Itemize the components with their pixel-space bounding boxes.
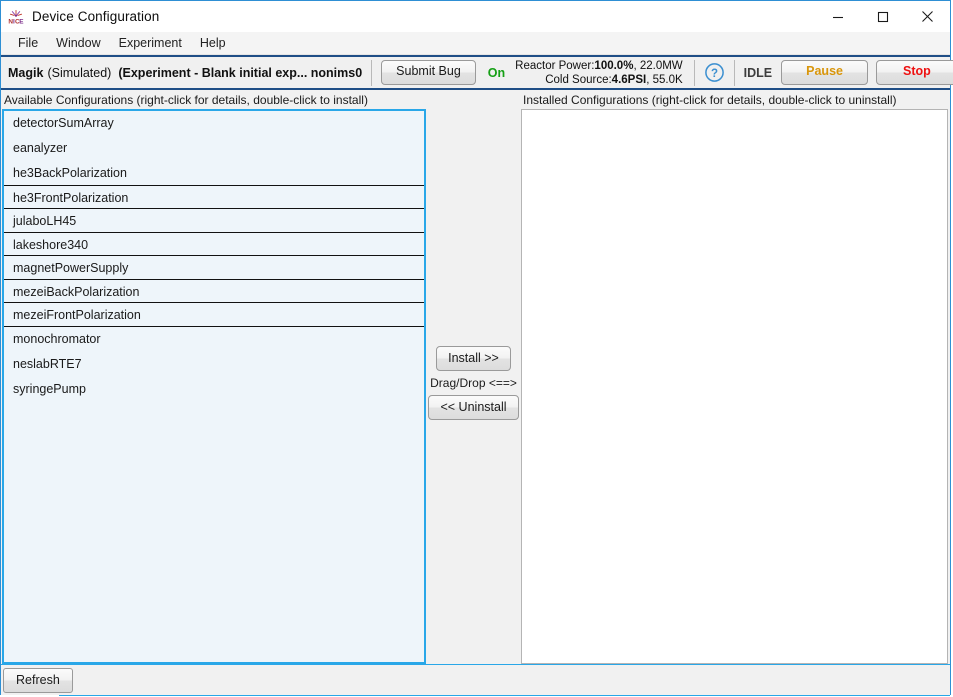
available-configurations-list[interactable]: detectorSumArrayeanalyzerhe3BackPolariza…: [2, 109, 426, 664]
list-item[interactable]: neslabRTE7: [4, 352, 424, 377]
menu-item-help[interactable]: Help: [191, 34, 235, 52]
cold-source-value: 4.6PSI: [612, 74, 647, 86]
separator: [371, 60, 372, 86]
installed-panel-title: Installed Configurations (right-click fo…: [521, 93, 948, 109]
menu-bar: File Window Experiment Help: [1, 32, 950, 55]
cold-source-extra: , 55.0K: [646, 74, 682, 86]
installed-configurations-panel: Installed Configurations (right-click fo…: [521, 93, 950, 664]
window-title: Device Configuration: [32, 9, 159, 24]
list-item[interactable]: lakeshore340: [4, 232, 424, 257]
list-item[interactable]: syringePump: [4, 377, 424, 402]
menu-item-experiment[interactable]: Experiment: [110, 34, 191, 52]
reactor-power-line: Reactor Power:100.0%, 22.0MW: [515, 59, 683, 73]
title-bar: N I C E Device Configuration: [1, 1, 950, 32]
minimize-icon[interactable]: [815, 1, 860, 32]
menu-item-file[interactable]: File: [9, 34, 47, 52]
experiment-name: (Experiment - Blank initial exp... nonim…: [118, 66, 362, 80]
list-item[interactable]: he3BackPolarization: [4, 161, 424, 186]
list-item[interactable]: he3FrontPolarization: [4, 185, 424, 210]
reactor-status: Reactor Power:100.0%, 22.0MW Cold Source…: [515, 59, 685, 87]
separator: [734, 60, 735, 86]
status-toolbar: Magik (Simulated) (Experiment - Blank in…: [1, 55, 950, 90]
svg-text:?: ?: [711, 68, 718, 80]
stop-button[interactable]: Stop: [876, 60, 953, 84]
close-icon[interactable]: [905, 1, 950, 32]
nice-logo-icon: N I C E: [8, 9, 24, 25]
list-item[interactable]: monochromator: [4, 327, 424, 352]
submit-bug-button[interactable]: Submit Bug: [381, 60, 476, 84]
list-item[interactable]: julaboLH45: [4, 208, 424, 233]
application-window: N I C E Device Configuration File Window…: [0, 0, 951, 695]
cold-source-label: Cold Source:: [545, 74, 611, 86]
main-content: Available Configurations (right-click fo…: [1, 90, 950, 664]
help-circle-icon[interactable]: ?: [704, 62, 725, 84]
pause-button[interactable]: Pause: [781, 60, 868, 84]
reactor-power-label: Reactor Power:: [515, 60, 594, 72]
instrument-mode: (Simulated): [47, 66, 111, 80]
available-panel-title: Available Configurations (right-click fo…: [2, 93, 426, 109]
maximize-icon[interactable]: [860, 1, 905, 32]
list-item[interactable]: eanalyzer: [4, 136, 424, 161]
reactor-power-value: 100.0%: [594, 60, 633, 72]
list-item[interactable]: mezeiFrontPolarization: [4, 302, 424, 327]
uninstall-button[interactable]: << Uninstall: [428, 395, 518, 420]
connection-status-badge: On: [488, 66, 505, 80]
list-item[interactable]: detectorSumArray: [4, 111, 424, 136]
instrument-status: Magik (Simulated): [5, 66, 111, 80]
bottom-bar: Refresh: [1, 664, 950, 695]
list-item[interactable]: mezeiBackPolarization: [4, 279, 424, 304]
list-item[interactable]: magnetPowerSupply: [4, 255, 424, 280]
svg-text:E: E: [19, 18, 24, 25]
refresh-button[interactable]: Refresh: [3, 668, 73, 693]
run-state-label: IDLE: [744, 66, 772, 80]
drag-drop-hint: Drag/Drop <==>: [430, 376, 517, 390]
cold-source-line: Cold Source:4.6PSI, 55.0K: [515, 73, 683, 87]
separator: [694, 60, 695, 86]
reactor-power-extra: , 22.0MW: [633, 60, 682, 72]
bottom-divider: [59, 695, 950, 696]
install-button[interactable]: Install >>: [436, 346, 511, 371]
transfer-controls: Install >> Drag/Drop <==> << Uninstall: [426, 93, 521, 664]
installed-configurations-list[interactable]: [521, 109, 948, 664]
available-configurations-panel: Available Configurations (right-click fo…: [1, 93, 426, 664]
window-controls: [815, 1, 950, 32]
instrument-name: Magik: [8, 66, 43, 80]
menu-item-window[interactable]: Window: [47, 34, 109, 52]
